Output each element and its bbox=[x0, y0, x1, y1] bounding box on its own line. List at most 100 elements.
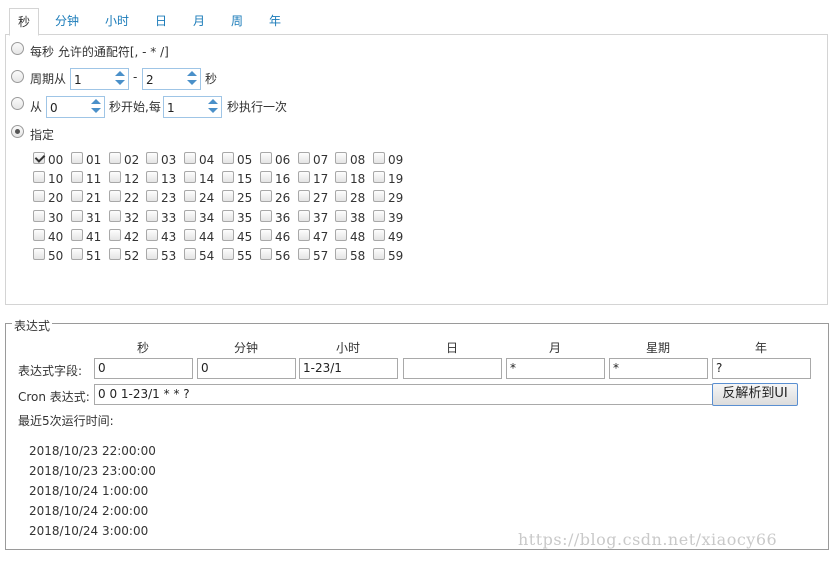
second-checkbox[interactable] bbox=[222, 152, 234, 164]
second-checkbox[interactable] bbox=[109, 248, 121, 260]
tab-minute[interactable]: 分钟 bbox=[49, 8, 85, 35]
field-hour[interactable]: 1-23/1 bbox=[299, 358, 398, 379]
second-checkbox[interactable] bbox=[184, 229, 196, 241]
radio-cycle[interactable] bbox=[11, 70, 24, 83]
second-checkbox[interactable] bbox=[222, 229, 234, 241]
second-checkbox[interactable] bbox=[33, 152, 45, 164]
second-checkbox[interactable] bbox=[33, 190, 45, 202]
second-checkbox-label: 49 bbox=[388, 230, 404, 244]
second-checkbox[interactable] bbox=[335, 190, 347, 202]
tab-second[interactable]: 秒 bbox=[9, 8, 39, 36]
second-checkbox[interactable] bbox=[298, 171, 310, 183]
reverse-parse-button[interactable]: 反解析到UI bbox=[712, 383, 798, 406]
second-checkbox[interactable] bbox=[146, 229, 158, 241]
second-checkbox[interactable] bbox=[146, 248, 158, 260]
second-checkbox[interactable] bbox=[146, 171, 158, 183]
second-checkbox[interactable] bbox=[373, 229, 385, 241]
cycle-dash: - bbox=[133, 70, 138, 84]
second-checkbox[interactable] bbox=[260, 248, 272, 260]
second-checkbox[interactable] bbox=[373, 171, 385, 183]
second-checkbox[interactable] bbox=[335, 248, 347, 260]
radio-specify[interactable] bbox=[11, 125, 24, 138]
second-checkbox[interactable] bbox=[184, 248, 196, 260]
second-checkbox[interactable] bbox=[260, 210, 272, 222]
second-checkbox-label: 53 bbox=[161, 249, 177, 263]
second-checkbox[interactable] bbox=[184, 171, 196, 183]
second-checkbox-label: 36 bbox=[275, 211, 291, 225]
field-month[interactable]: * bbox=[506, 358, 605, 379]
tab-year[interactable]: 年 bbox=[265, 8, 285, 35]
cycle-to-value: 2 bbox=[146, 73, 154, 87]
second-checkbox[interactable] bbox=[109, 171, 121, 183]
second-checkbox[interactable] bbox=[373, 210, 385, 222]
field-day[interactable] bbox=[403, 358, 502, 379]
second-checkbox[interactable] bbox=[373, 190, 385, 202]
second-checkbox[interactable] bbox=[71, 229, 83, 241]
second-checkbox[interactable] bbox=[298, 152, 310, 164]
every-spinner[interactable]: 1 bbox=[163, 96, 222, 118]
second-checkbox[interactable] bbox=[373, 152, 385, 164]
second-checkbox[interactable] bbox=[146, 210, 158, 222]
second-checkbox[interactable] bbox=[222, 190, 234, 202]
cron-expression-input[interactable]: 0 0 1-23/1 * * ? bbox=[94, 384, 714, 405]
second-checkbox[interactable] bbox=[260, 229, 272, 241]
second-checkbox[interactable] bbox=[298, 210, 310, 222]
cycle-from-spinner[interactable]: 1 bbox=[70, 68, 129, 90]
second-checkbox[interactable] bbox=[260, 171, 272, 183]
second-checkbox[interactable] bbox=[335, 210, 347, 222]
spinner-arrows[interactable] bbox=[206, 98, 220, 116]
second-checkbox[interactable] bbox=[335, 152, 347, 164]
second-checkbox[interactable] bbox=[298, 190, 310, 202]
second-checkbox[interactable] bbox=[298, 229, 310, 241]
cycle-suffix-label: 秒 bbox=[205, 72, 218, 86]
second-checkbox[interactable] bbox=[33, 210, 45, 222]
radio-start-every[interactable] bbox=[11, 97, 24, 110]
second-checkbox[interactable] bbox=[184, 190, 196, 202]
watermark-text: https://blog.csdn.net/xiaocy66 bbox=[518, 530, 778, 549]
second-checkbox[interactable] bbox=[222, 171, 234, 183]
second-checkbox[interactable] bbox=[33, 171, 45, 183]
field-week[interactable]: * bbox=[609, 358, 708, 379]
second-checkbox-label: 21 bbox=[86, 191, 102, 205]
radio-every-second[interactable] bbox=[11, 42, 24, 55]
field-year[interactable]: ? bbox=[712, 358, 811, 379]
second-checkbox[interactable] bbox=[71, 210, 83, 222]
second-checkbox[interactable] bbox=[71, 248, 83, 260]
second-checkbox[interactable] bbox=[33, 248, 45, 260]
field-second[interactable]: 0 bbox=[94, 358, 193, 379]
second-checkbox[interactable] bbox=[373, 248, 385, 260]
second-checkbox[interactable] bbox=[109, 210, 121, 222]
second-checkbox[interactable] bbox=[146, 152, 158, 164]
second-checkbox-label: 00 bbox=[48, 153, 64, 167]
second-checkbox[interactable] bbox=[260, 190, 272, 202]
second-checkbox[interactable] bbox=[109, 190, 121, 202]
second-checkbox[interactable] bbox=[146, 190, 158, 202]
spinner-arrows[interactable] bbox=[185, 70, 199, 88]
second-checkbox-label: 28 bbox=[350, 191, 366, 205]
spinner-arrows[interactable] bbox=[113, 70, 127, 88]
tab-week[interactable]: 周 bbox=[227, 8, 247, 35]
second-checkbox[interactable] bbox=[260, 152, 272, 164]
tab-month[interactable]: 月 bbox=[189, 8, 209, 35]
second-checkbox[interactable] bbox=[71, 190, 83, 202]
second-checkbox[interactable] bbox=[71, 171, 83, 183]
spinner-arrows[interactable] bbox=[89, 98, 103, 116]
field-minute[interactable]: 0 bbox=[197, 358, 296, 379]
second-checkbox-label: 52 bbox=[124, 249, 140, 263]
cycle-to-spinner[interactable]: 2 bbox=[142, 68, 201, 90]
tab-hour[interactable]: 小时 bbox=[99, 8, 135, 35]
start-spinner[interactable]: 0 bbox=[46, 96, 105, 118]
second-checkbox[interactable] bbox=[335, 171, 347, 183]
second-checkbox[interactable] bbox=[109, 229, 121, 241]
second-checkbox[interactable] bbox=[184, 210, 196, 222]
second-checkbox[interactable] bbox=[33, 229, 45, 241]
column-header-second: 秒 bbox=[136, 341, 149, 355]
second-checkbox[interactable] bbox=[222, 248, 234, 260]
second-checkbox[interactable] bbox=[184, 152, 196, 164]
tab-day[interactable]: 日 bbox=[151, 8, 171, 35]
second-checkbox[interactable] bbox=[109, 152, 121, 164]
second-checkbox[interactable] bbox=[335, 229, 347, 241]
second-checkbox[interactable] bbox=[298, 248, 310, 260]
second-checkbox[interactable] bbox=[222, 210, 234, 222]
second-checkbox[interactable] bbox=[71, 152, 83, 164]
